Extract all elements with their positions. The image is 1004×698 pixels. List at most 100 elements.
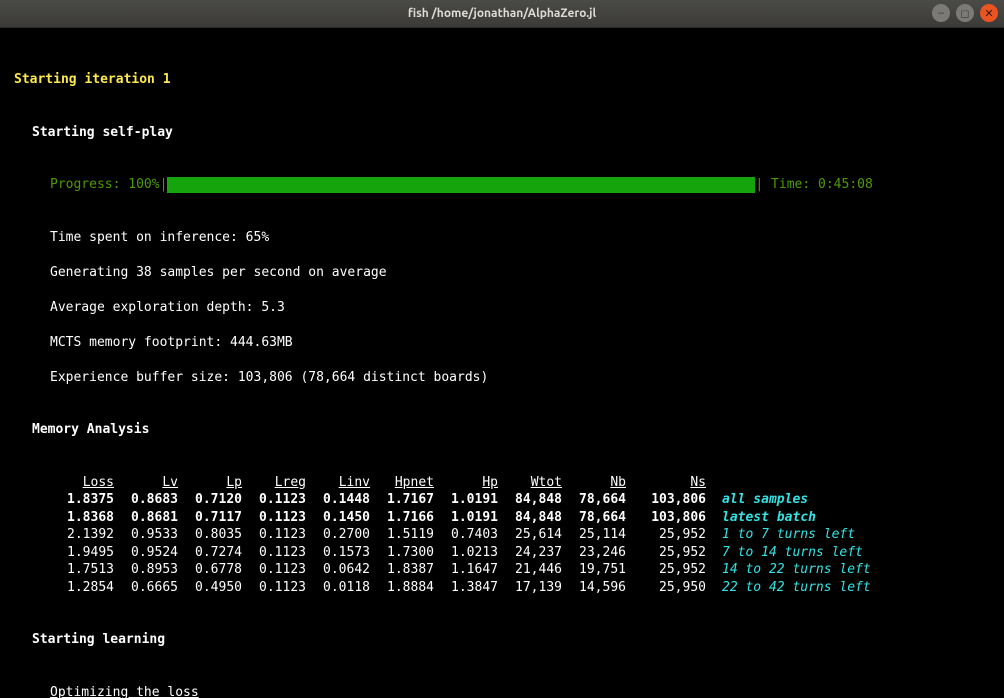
table-cell: 0.6665 — [114, 579, 178, 597]
column-header: Lreg — [242, 474, 306, 492]
table-cell: 1.0213 — [434, 544, 498, 562]
table-cell: 0.8683 — [114, 491, 178, 509]
column-header: Lv — [114, 474, 178, 492]
table-cell: 0.1123 — [242, 561, 306, 579]
window-title: fish /home/jonathan/AlphaZero.jl — [408, 7, 596, 20]
window-titlebar: fish /home/jonathan/AlphaZero.jl – ◻ ✕ — [0, 0, 1004, 28]
table-cell: 25,114 — [562, 526, 626, 544]
selfplay-stat: Average exploration depth: 5.3 — [0, 299, 1004, 317]
selfplay-progress: Progress: 100%|| Time: 0:45:08 — [0, 176, 1004, 194]
table-cell: 25,614 — [498, 526, 562, 544]
table-cell: 17,139 — [498, 579, 562, 597]
table-cell: 0.8681 — [114, 509, 178, 527]
table-cell: 0.9524 — [114, 544, 178, 562]
selfplay-stat: MCTS memory footprint: 444.63MB — [0, 334, 1004, 352]
column-header: Hpnet — [370, 474, 434, 492]
memory-table: LossLvLpLregLinvHpnetHpWtotNbNs1.83750.8… — [0, 474, 1004, 597]
row-note: 14 to 22 turns left — [706, 561, 871, 579]
column-header: Lp — [178, 474, 242, 492]
table-row: 1.94950.95240.72740.11230.15731.73001.02… — [0, 544, 1004, 562]
table-cell: 0.4950 — [178, 579, 242, 597]
table-cell: 25,950 — [626, 579, 706, 597]
table-row: 1.83680.86810.71170.11230.14501.71661.01… — [0, 509, 1004, 527]
table-cell: 0.7117 — [178, 509, 242, 527]
table-cell: 0.0118 — [306, 579, 370, 597]
table-cell: 1.8375 — [50, 491, 114, 509]
table-cell: 1.9495 — [50, 544, 114, 562]
table-cell: 0.1123 — [242, 544, 306, 562]
table-cell: 0.1448 — [306, 491, 370, 509]
table-cell: 1.0191 — [434, 491, 498, 509]
progress-label: Progress: 100% — [50, 176, 160, 194]
table-header: LossLvLpLregLinvHpnetHpWtotNbNs — [0, 474, 1004, 492]
table-cell: 1.7166 — [370, 509, 434, 527]
table-cell: 0.0642 — [306, 561, 370, 579]
optimizing-header: Optimizing the loss — [0, 684, 1004, 698]
table-row: 1.83750.86830.71200.11230.14481.71671.01… — [0, 491, 1004, 509]
table-cell: 0.7274 — [178, 544, 242, 562]
table-cell: 0.6778 — [178, 561, 242, 579]
table-cell: 78,664 — [562, 491, 626, 509]
memory-header: Memory Analysis — [0, 421, 1004, 439]
row-note: all samples — [706, 491, 808, 509]
column-header: Hp — [434, 474, 498, 492]
table-cell: 103,806 — [626, 509, 706, 527]
column-header: Ns — [626, 474, 706, 492]
row-note: latest batch — [706, 509, 816, 527]
table-cell: 0.7120 — [178, 491, 242, 509]
row-note: 7 to 14 turns left — [706, 544, 863, 562]
table-cell: 1.1647 — [434, 561, 498, 579]
table-cell: 0.2700 — [306, 526, 370, 544]
table-cell: 0.1123 — [242, 509, 306, 527]
table-cell: 103,806 — [626, 491, 706, 509]
table-cell: 0.7403 — [434, 526, 498, 544]
table-cell: 19,751 — [562, 561, 626, 579]
table-cell: 84,848 — [498, 491, 562, 509]
table-cell: 23,246 — [562, 544, 626, 562]
table-row: 1.75130.89530.67780.11230.06421.83871.16… — [0, 561, 1004, 579]
column-header: Wtot — [498, 474, 562, 492]
table-cell: 1.3847 — [434, 579, 498, 597]
selfplay-stat: Time spent on inference: 65% — [0, 229, 1004, 247]
table-cell: 0.1123 — [242, 491, 306, 509]
table-cell: 1.8368 — [50, 509, 114, 527]
table-cell: 25,952 — [626, 544, 706, 562]
window-controls: – ◻ ✕ — [932, 4, 998, 22]
column-header: Loss — [50, 474, 114, 492]
table-cell: 0.1123 — [242, 579, 306, 597]
close-icon[interactable]: ✕ — [980, 4, 998, 22]
table-cell: 0.1450 — [306, 509, 370, 527]
table-cell: 1.7167 — [370, 491, 434, 509]
table-cell: 0.8953 — [114, 561, 178, 579]
table-cell: 0.1123 — [242, 526, 306, 544]
table-cell: 24,237 — [498, 544, 562, 562]
table-cell: 1.5119 — [370, 526, 434, 544]
table-cell: 84,848 — [498, 509, 562, 527]
table-cell: 1.8884 — [370, 579, 434, 597]
progress-bar — [167, 177, 755, 193]
table-cell: 1.8387 — [370, 561, 434, 579]
table-cell: 1.0191 — [434, 509, 498, 527]
selfplay-stat: Experience buffer size: 103,806 (78,664 … — [0, 369, 1004, 387]
table-cell: 21,446 — [498, 561, 562, 579]
column-header: Nb — [562, 474, 626, 492]
learning-header: Starting learning — [0, 631, 1004, 649]
iteration-header: Starting iteration 1 — [0, 71, 1004, 89]
table-cell: 1.2854 — [50, 579, 114, 597]
row-note: 22 to 42 turns left — [706, 579, 871, 597]
row-note: 1 to 7 turns left — [706, 526, 855, 544]
minimize-icon[interactable]: – — [932, 4, 950, 22]
table-cell: 78,664 — [562, 509, 626, 527]
maximize-icon[interactable]: ◻ — [956, 4, 974, 22]
selfplay-header: Starting self-play — [0, 124, 1004, 142]
table-cell: 0.1573 — [306, 544, 370, 562]
progress-time: Time: 0:45:08 — [763, 176, 873, 194]
table-row: 2.13920.95330.80350.11230.27001.51190.74… — [0, 526, 1004, 544]
table-cell: 1.7300 — [370, 544, 434, 562]
table-row: 1.28540.66650.49500.11230.01181.88841.38… — [0, 579, 1004, 597]
table-cell: 25,952 — [626, 526, 706, 544]
selfplay-stat: Generating 38 samples per second on aver… — [0, 264, 1004, 282]
table-cell: 25,952 — [626, 561, 706, 579]
table-cell: 0.8035 — [178, 526, 242, 544]
table-cell: 2.1392 — [50, 526, 114, 544]
